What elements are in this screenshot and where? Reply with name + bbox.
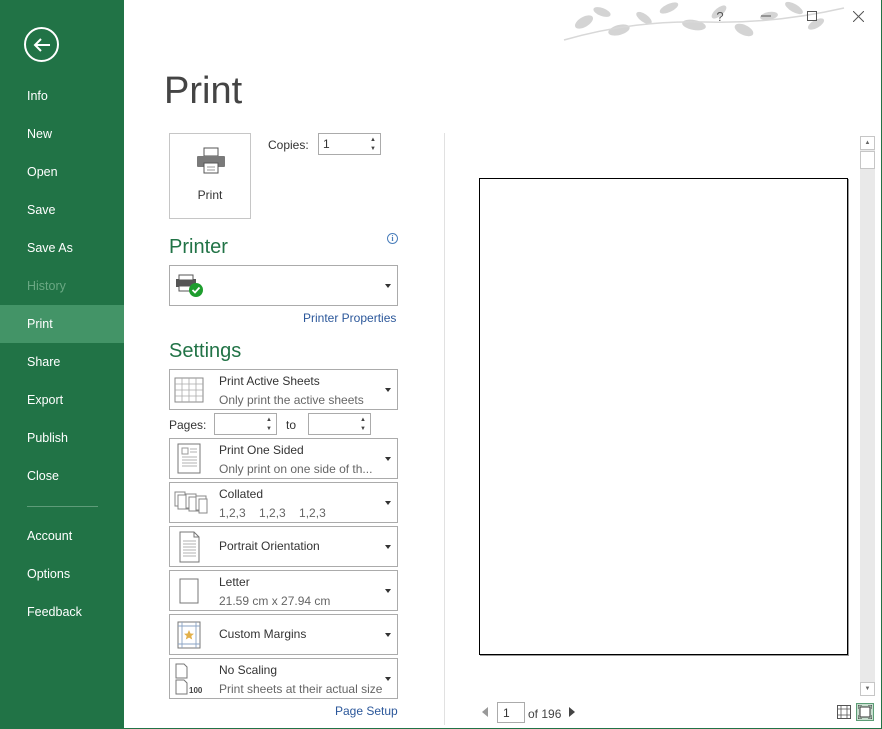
paper-size-title: Letter bbox=[219, 575, 250, 589]
nav-print[interactable]: Print bbox=[0, 305, 124, 343]
custom-margins-icon bbox=[177, 621, 201, 648]
chevron-down-icon bbox=[385, 456, 391, 461]
copies-down-icon[interactable]: ▼ bbox=[368, 144, 378, 153]
nav-feedback[interactable]: Feedback bbox=[0, 593, 124, 631]
page-title: Print bbox=[164, 70, 243, 112]
chevron-down-icon bbox=[385, 588, 391, 593]
print-button[interactable]: Print bbox=[169, 133, 251, 219]
backstage-sidebar: Info New Open Save Save As History Print… bbox=[0, 0, 124, 729]
pages-from-down-icon[interactable]: ▼ bbox=[264, 424, 274, 433]
minimize-icon bbox=[761, 15, 771, 17]
minimize-button[interactable] bbox=[755, 5, 777, 27]
maximize-button[interactable] bbox=[801, 5, 823, 27]
nav-history: History bbox=[27, 279, 66, 293]
print-button-label: Print bbox=[197, 188, 223, 202]
print-what-subtitle: Only print the active sheets bbox=[219, 393, 364, 407]
info-icon[interactable]: i bbox=[387, 233, 398, 244]
nav-account[interactable]: Account bbox=[0, 517, 124, 555]
close-window-button[interactable] bbox=[847, 5, 869, 27]
chevron-down-icon bbox=[385, 387, 391, 392]
portrait-page-icon bbox=[179, 531, 200, 562]
page-setup-link[interactable]: Page Setup bbox=[335, 704, 398, 718]
pages-to-up-icon[interactable]: ▲ bbox=[358, 415, 368, 424]
sides-title: Print One Sided bbox=[219, 443, 304, 457]
settings-section-title: Settings bbox=[169, 340, 242, 362]
nav-options[interactable]: Options bbox=[0, 555, 124, 593]
print-what-dropdown[interactable]: Print Active Sheets Only print the activ… bbox=[169, 369, 398, 410]
chevron-down-icon bbox=[385, 632, 391, 637]
print-pane: ? Print Print Copies: 1 ▲ ▼ Printer i Pr… bbox=[124, 0, 882, 729]
sides-subtitle: Only print on one side of th... bbox=[219, 462, 373, 476]
nav-export[interactable]: Export bbox=[0, 381, 124, 419]
copies-label: Copies: bbox=[268, 138, 309, 152]
help-button[interactable]: ? bbox=[709, 5, 731, 27]
copies-stepper[interactable]: 1 ▲ ▼ bbox=[318, 133, 381, 155]
nav-share[interactable]: Share bbox=[0, 343, 124, 381]
print-what-title: Print Active Sheets bbox=[219, 374, 320, 388]
scaling-dropdown[interactable]: 100 No Scaling Print sheets at their act… bbox=[169, 658, 398, 699]
previous-page-icon[interactable] bbox=[482, 707, 488, 717]
sheet-grid-icon bbox=[174, 377, 204, 402]
nav-new[interactable]: New bbox=[0, 115, 124, 153]
nav-save[interactable]: Save bbox=[0, 191, 124, 229]
margins-dropdown[interactable]: Custom Margins bbox=[169, 614, 398, 655]
nav-close[interactable]: Close bbox=[0, 457, 124, 495]
collation-subtitle: 1,2,3 1,2,3 1,2,3 bbox=[219, 506, 326, 520]
scroll-thumb[interactable] bbox=[860, 151, 875, 169]
current-page-input[interactable]: 1 bbox=[497, 702, 525, 723]
scaling-subtitle: Print sheets at their actual size bbox=[219, 682, 383, 696]
paper-size-icon bbox=[179, 578, 199, 603]
zoom-to-page-button[interactable] bbox=[856, 703, 874, 721]
scroll-down-icon[interactable]: ▼ bbox=[860, 682, 875, 696]
margins-title: Custom Margins bbox=[219, 627, 307, 641]
show-margins-icon bbox=[837, 705, 851, 719]
printer-properties-link[interactable]: Printer Properties bbox=[303, 311, 396, 325]
show-margins-button[interactable] bbox=[835, 703, 853, 721]
close-icon bbox=[852, 10, 864, 22]
collated-pages-icon bbox=[174, 491, 208, 513]
nav-divider bbox=[27, 506, 98, 507]
printer-ready-icon bbox=[176, 274, 203, 297]
svg-text:100: 100 bbox=[189, 686, 203, 695]
pages-from-up-icon[interactable]: ▲ bbox=[264, 415, 274, 424]
one-sided-page-icon bbox=[177, 443, 201, 473]
nav-publish[interactable]: Publish bbox=[0, 419, 124, 457]
pages-to-label: to bbox=[286, 418, 297, 432]
panel-divider bbox=[444, 133, 445, 725]
orientation-title: Portrait Orientation bbox=[219, 539, 320, 553]
copies-value[interactable]: 1 bbox=[323, 137, 330, 151]
no-scaling-icon: 100 bbox=[175, 663, 203, 695]
pages-label: Pages: bbox=[169, 418, 207, 432]
chevron-down-icon bbox=[385, 676, 391, 681]
pages-from-stepper[interactable]: ▲ ▼ bbox=[214, 413, 277, 435]
pages-to-down-icon[interactable]: ▼ bbox=[358, 424, 368, 433]
copies-up-icon[interactable]: ▲ bbox=[368, 135, 378, 144]
print-preview-page bbox=[479, 178, 848, 655]
orientation-dropdown[interactable]: Portrait Orientation bbox=[169, 526, 398, 567]
collation-title: Collated bbox=[219, 487, 264, 501]
preview-scrollbar[interactable]: ▲ ▼ bbox=[860, 136, 875, 696]
printer-section-title: Printer bbox=[169, 236, 228, 258]
chevron-down-icon bbox=[385, 283, 391, 288]
scaling-title: No Scaling bbox=[219, 663, 278, 677]
maximize-icon bbox=[807, 11, 817, 21]
scroll-up-icon[interactable]: ▲ bbox=[860, 136, 875, 150]
pages-to-stepper[interactable]: ▲ ▼ bbox=[308, 413, 371, 435]
zoom-to-page-icon bbox=[858, 705, 872, 719]
sides-dropdown[interactable]: Print One Sided Only print on one side o… bbox=[169, 438, 398, 479]
arrow-left-icon bbox=[33, 37, 50, 52]
paper-size-subtitle: 21.59 cm x 27.94 cm bbox=[219, 594, 331, 608]
back-button[interactable] bbox=[24, 27, 59, 62]
chevron-down-icon bbox=[385, 500, 391, 505]
printer-dropdown[interactable] bbox=[169, 265, 398, 306]
page-count: of 196 bbox=[528, 707, 562, 721]
collation-dropdown[interactable]: Collated 1,2,3 1,2,3 1,2,3 bbox=[169, 482, 398, 523]
printer-icon bbox=[197, 147, 225, 174]
nav-info[interactable]: Info bbox=[0, 77, 124, 115]
paper-size-dropdown[interactable]: Letter 21.59 cm x 27.94 cm bbox=[169, 570, 398, 611]
nav-save-as[interactable]: Save As bbox=[0, 229, 124, 267]
nav-open[interactable]: Open bbox=[0, 153, 124, 191]
next-page-icon[interactable] bbox=[569, 707, 575, 717]
chevron-down-icon bbox=[385, 544, 391, 549]
